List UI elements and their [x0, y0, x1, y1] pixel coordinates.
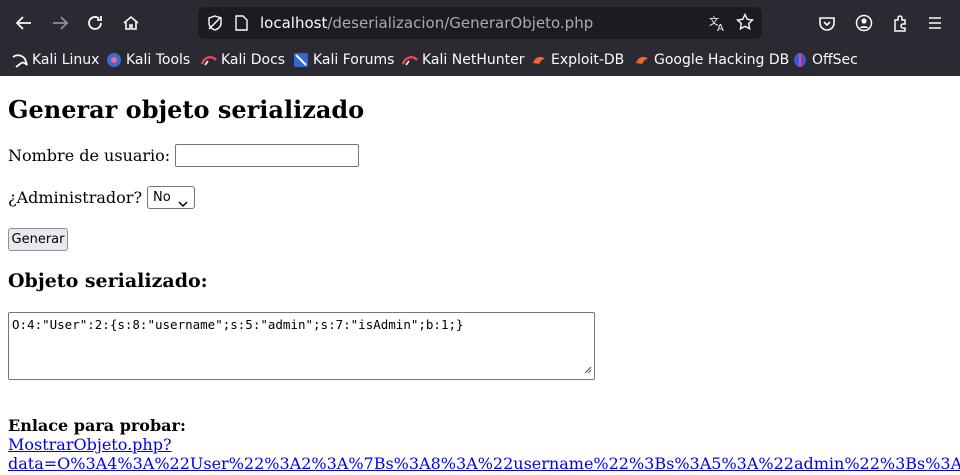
admin-select[interactable]: No [147, 186, 195, 209]
chevron-down-icon [178, 194, 188, 215]
serialized-textarea[interactable]: O:4:"User":2:{s:8:"username";s:5:"admin"… [8, 312, 595, 380]
url-path: /deserializacion/GenerarObjeto.php [327, 14, 594, 32]
bookmark-label: Kali Forums [313, 52, 395, 68]
bookmark-kali-nethunter[interactable]: Kali NetHunter [401, 50, 525, 70]
admin-label: ¿Administrador? [8, 188, 143, 207]
serialized-heading: Objeto serializado: [8, 270, 208, 292]
back-icon[interactable] [11, 10, 37, 36]
username-input[interactable] [175, 144, 359, 167]
bookmark-label: Exploit-DB [551, 52, 625, 68]
shield-icon[interactable] [206, 14, 224, 36]
ghdb-icon [634, 52, 650, 68]
reload-icon[interactable] [82, 10, 108, 36]
test-link-label: Enlace para probar: [8, 416, 186, 435]
url-bar[interactable]: localhost/deserializacion/GenerarObjeto.… [198, 7, 762, 39]
navigation-toolbar: localhost/deserializacion/GenerarObjeto.… [0, 0, 960, 46]
page-content: Generar objeto serializado Nombre de usu… [0, 76, 960, 475]
url-host: localhost [260, 14, 328, 32]
translate-icon[interactable]: 文A [708, 14, 726, 36]
forward-icon[interactable] [47, 10, 73, 36]
bookmark-exploit-db[interactable]: Exploit-DB [531, 50, 624, 70]
pocket-icon[interactable] [814, 10, 840, 36]
browser-chrome: localhost/deserializacion/GenerarObjeto.… [0, 0, 960, 76]
home-icon[interactable] [118, 10, 144, 36]
test-link-line-2: data=O%3A4%3A%22User%22%3A2%3A%7Bs%3A8%3… [8, 454, 960, 473]
generate-button[interactable]: Generar [8, 228, 68, 251]
account-icon[interactable] [851, 10, 877, 36]
kali-nethunter-icon [401, 52, 418, 68]
offsec-icon [792, 52, 808, 68]
bookmark-label: Kali Tools [126, 52, 191, 68]
bookmark-kali-linux[interactable]: Kali Linux [12, 50, 99, 70]
star-icon[interactable] [735, 12, 755, 35]
resize-grip-icon[interactable] [582, 362, 592, 377]
bookmarks-toolbar: Kali Linux Kali Tools Kali Docs Kali For… [0, 46, 960, 74]
url-text[interactable]: localhost/deserializacion/GenerarObjeto.… [260, 13, 593, 33]
serialized-value: O:4:"User":2:{s:8:"username";s:5:"admin"… [12, 317, 464, 332]
bookmark-kali-tools[interactable]: Kali Tools [106, 50, 190, 70]
bookmark-google-hacking-db[interactable]: Google Hacking DB [634, 50, 789, 70]
bookmark-label: Kali Linux [32, 52, 100, 68]
bookmark-label: OffSec [812, 52, 858, 68]
test-link-line-1: MostrarObjeto.php? [8, 435, 172, 454]
username-label: Nombre de usuario: [8, 146, 171, 165]
kali-docs-icon [200, 52, 217, 68]
svg-text:A: A [717, 23, 724, 32]
extensions-icon[interactable] [887, 10, 913, 36]
kali-forums-icon [293, 52, 309, 68]
test-link[interactable]: MostrarObjeto.php? data=O%3A4%3A%22User%… [8, 435, 960, 473]
bookmark-offsec[interactable]: OffSec [792, 50, 858, 70]
page-title: Generar objeto serializado [8, 95, 365, 124]
kali-tools-icon [106, 52, 122, 68]
menu-icon[interactable] [922, 10, 948, 36]
bookmark-label: Google Hacking DB [654, 52, 790, 68]
bookmark-label: Kali NetHunter [422, 52, 525, 68]
bookmark-kali-forums[interactable]: Kali Forums [293, 50, 394, 70]
page-icon[interactable] [233, 14, 249, 36]
bookmark-label: Kali Docs [221, 52, 286, 68]
exploit-db-icon [531, 52, 547, 68]
admin-select-value: No [153, 190, 171, 205]
bookmark-kali-docs[interactable]: Kali Docs [200, 50, 286, 70]
kali-dragon-icon [12, 52, 28, 68]
